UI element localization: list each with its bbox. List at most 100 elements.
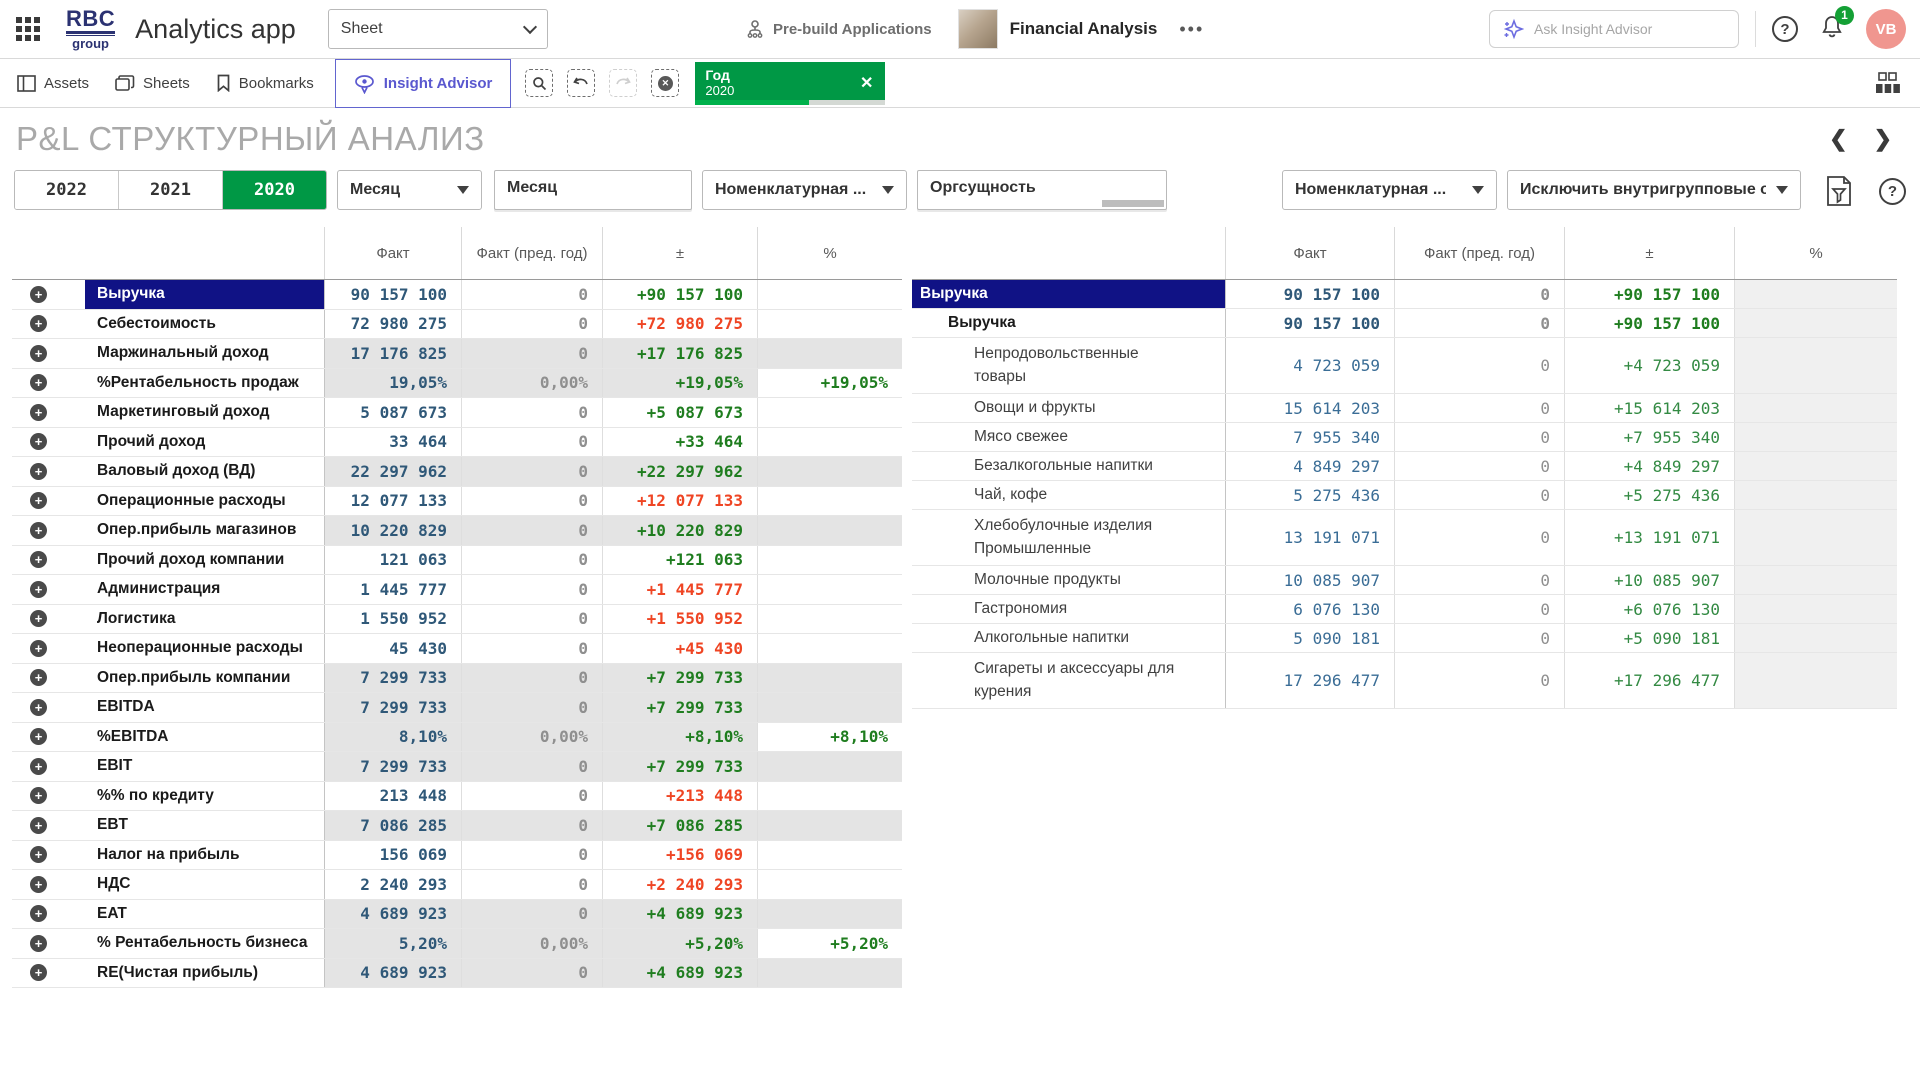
fact-cell[interactable]: 90 157 100 [1226,280,1395,308]
delta-cell[interactable]: +1 550 952 [603,605,758,634]
percent-cell[interactable]: +5,20% [758,929,902,958]
fact-cell[interactable]: 7 955 340 [1226,423,1395,451]
search-input[interactable] [1534,21,1704,37]
row-label[interactable]: Гастрономия [912,595,1226,623]
expand-row-icon[interactable]: + [30,551,47,568]
prev-year-cell[interactable]: 0 [462,605,603,634]
expand-row-icon[interactable]: + [30,905,47,922]
delta-cell[interactable]: +5,20% [603,929,758,958]
delta-cell[interactable]: +17 176 825 [603,339,758,368]
prev-year-cell[interactable]: 0 [1395,566,1565,594]
scrollbar-handle[interactable] [1102,200,1164,207]
prev-year-cell[interactable]: 0 [1395,338,1565,393]
fact-cell[interactable]: 15 614 203 [1226,394,1395,422]
prev-year-cell[interactable]: 0 [1395,394,1565,422]
prev-year-cell[interactable]: 0 [462,693,603,722]
prev-year-cell[interactable]: 0,00% [462,369,603,398]
filter-document-icon[interactable] [1825,175,1853,207]
step-back-button[interactable] [567,69,595,97]
delta-cell[interactable]: +7 299 733 [603,752,758,781]
row-label[interactable]: Себестоимость [85,310,325,339]
prev-year-cell[interactable]: 0 [462,870,603,899]
row-label[interactable]: % Рентабельность бизнеса [85,929,325,958]
nomenclature-dropdown-left[interactable]: Номенклатурная ... [702,170,907,210]
delta-cell[interactable]: +15 614 203 [1565,394,1735,422]
fact-cell[interactable]: 4 849 297 [1226,452,1395,480]
prev-year-cell[interactable]: 0 [462,516,603,545]
bookmarks-button[interactable]: Bookmarks [203,59,327,107]
delta-cell[interactable]: +7 299 733 [603,664,758,693]
percent-cell[interactable] [758,546,902,575]
delta-cell[interactable]: +4 689 923 [603,900,758,929]
fact-cell[interactable]: 33 464 [325,428,462,457]
prev-year-cell[interactable]: 0 [462,841,603,870]
year-button-2022[interactable]: 2022 [15,171,119,209]
row-label[interactable]: Опер.прибыль компании [85,664,325,693]
row-label[interactable]: EBT [85,811,325,840]
delta-cell[interactable]: +90 157 100 [1565,280,1735,308]
percent-cell[interactable] [758,339,902,368]
percent-cell[interactable] [758,487,902,516]
fact-cell[interactable]: 10 220 829 [325,516,462,545]
percent-cell[interactable] [758,900,902,929]
delta-cell[interactable]: +5 090 181 [1565,624,1735,652]
fact-cell[interactable]: 12 077 133 [325,487,462,516]
column-header[interactable]: Факт (пред. год) [1395,227,1565,279]
expand-row-icon[interactable]: + [30,433,47,450]
row-label[interactable]: %% по кредиту [85,782,325,811]
fact-cell[interactable]: 5,20% [325,929,462,958]
more-options-button[interactable]: ••• [1179,19,1204,40]
expand-row-icon[interactable]: + [30,964,47,981]
expand-row-icon[interactable]: + [30,758,47,775]
fact-cell[interactable]: 17 296 477 [1226,653,1395,708]
prev-year-cell[interactable]: 0 [462,457,603,486]
prev-year-cell[interactable]: 0 [1395,481,1565,509]
exclude-intragroup-dropdown[interactable]: Исключить внутригрупповые о... [1507,170,1801,210]
prev-year-cell[interactable]: 0 [1395,452,1565,480]
percent-cell[interactable] [1735,653,1897,708]
row-label[interactable]: Овощи и фрукты [912,394,1226,422]
fact-cell[interactable]: 90 157 100 [1226,309,1395,337]
row-label[interactable]: EAT [85,900,325,929]
row-label[interactable]: EBITDA [85,693,325,722]
row-label[interactable]: Валовый доход (ВД) [85,457,325,486]
prev-year-cell[interactable]: 0 [1395,653,1565,708]
fact-cell[interactable]: 7 086 285 [325,811,462,840]
insight-advisor-button[interactable]: Insight Advisor [335,59,512,108]
fact-cell[interactable]: 1 550 952 [325,605,462,634]
step-forward-button[interactable] [609,69,637,97]
percent-cell[interactable] [758,575,902,604]
percent-cell[interactable] [758,634,902,663]
search-selections-button[interactable] [525,69,553,97]
row-label[interactable]: Маркетинговый доход [85,398,325,427]
percent-cell[interactable] [758,782,902,811]
delta-cell[interactable]: +156 069 [603,841,758,870]
delta-cell[interactable]: +121 063 [603,546,758,575]
prev-year-cell[interactable]: 0 [462,664,603,693]
delta-cell[interactable]: +8,10% [603,723,758,752]
delta-cell[interactable]: +10 220 829 [603,516,758,545]
row-label[interactable]: Администрация [85,575,325,604]
fact-cell[interactable]: 90 157 100 [325,280,462,309]
percent-cell[interactable] [758,605,902,634]
prev-year-cell[interactable]: 0 [1395,423,1565,451]
expand-row-icon[interactable]: + [30,404,47,421]
next-sheet-button[interactable]: ❯ [1874,128,1892,150]
expand-row-icon[interactable]: + [30,610,47,627]
previous-sheet-button[interactable]: ❮ [1829,128,1847,150]
prev-year-cell[interactable]: 0 [462,575,603,604]
expand-row-icon[interactable]: + [30,935,47,952]
delta-cell[interactable]: +13 191 071 [1565,510,1735,565]
month-dropdown[interactable]: Месяц [337,170,482,210]
expand-row-icon[interactable]: + [30,846,47,863]
prev-year-cell[interactable]: 0 [1395,595,1565,623]
fact-cell[interactable]: 5 087 673 [325,398,462,427]
assets-button[interactable]: Assets [4,59,102,107]
prebuild-applications-link[interactable]: Pre-build Applications [745,19,932,39]
fact-cell[interactable]: 13 191 071 [1226,510,1395,565]
expand-row-icon[interactable]: + [30,699,47,716]
percent-cell[interactable] [758,693,902,722]
percent-cell[interactable] [758,457,902,486]
row-label[interactable]: RE(Чистая прибыль) [85,959,325,988]
prev-year-cell[interactable]: 0 [462,339,603,368]
